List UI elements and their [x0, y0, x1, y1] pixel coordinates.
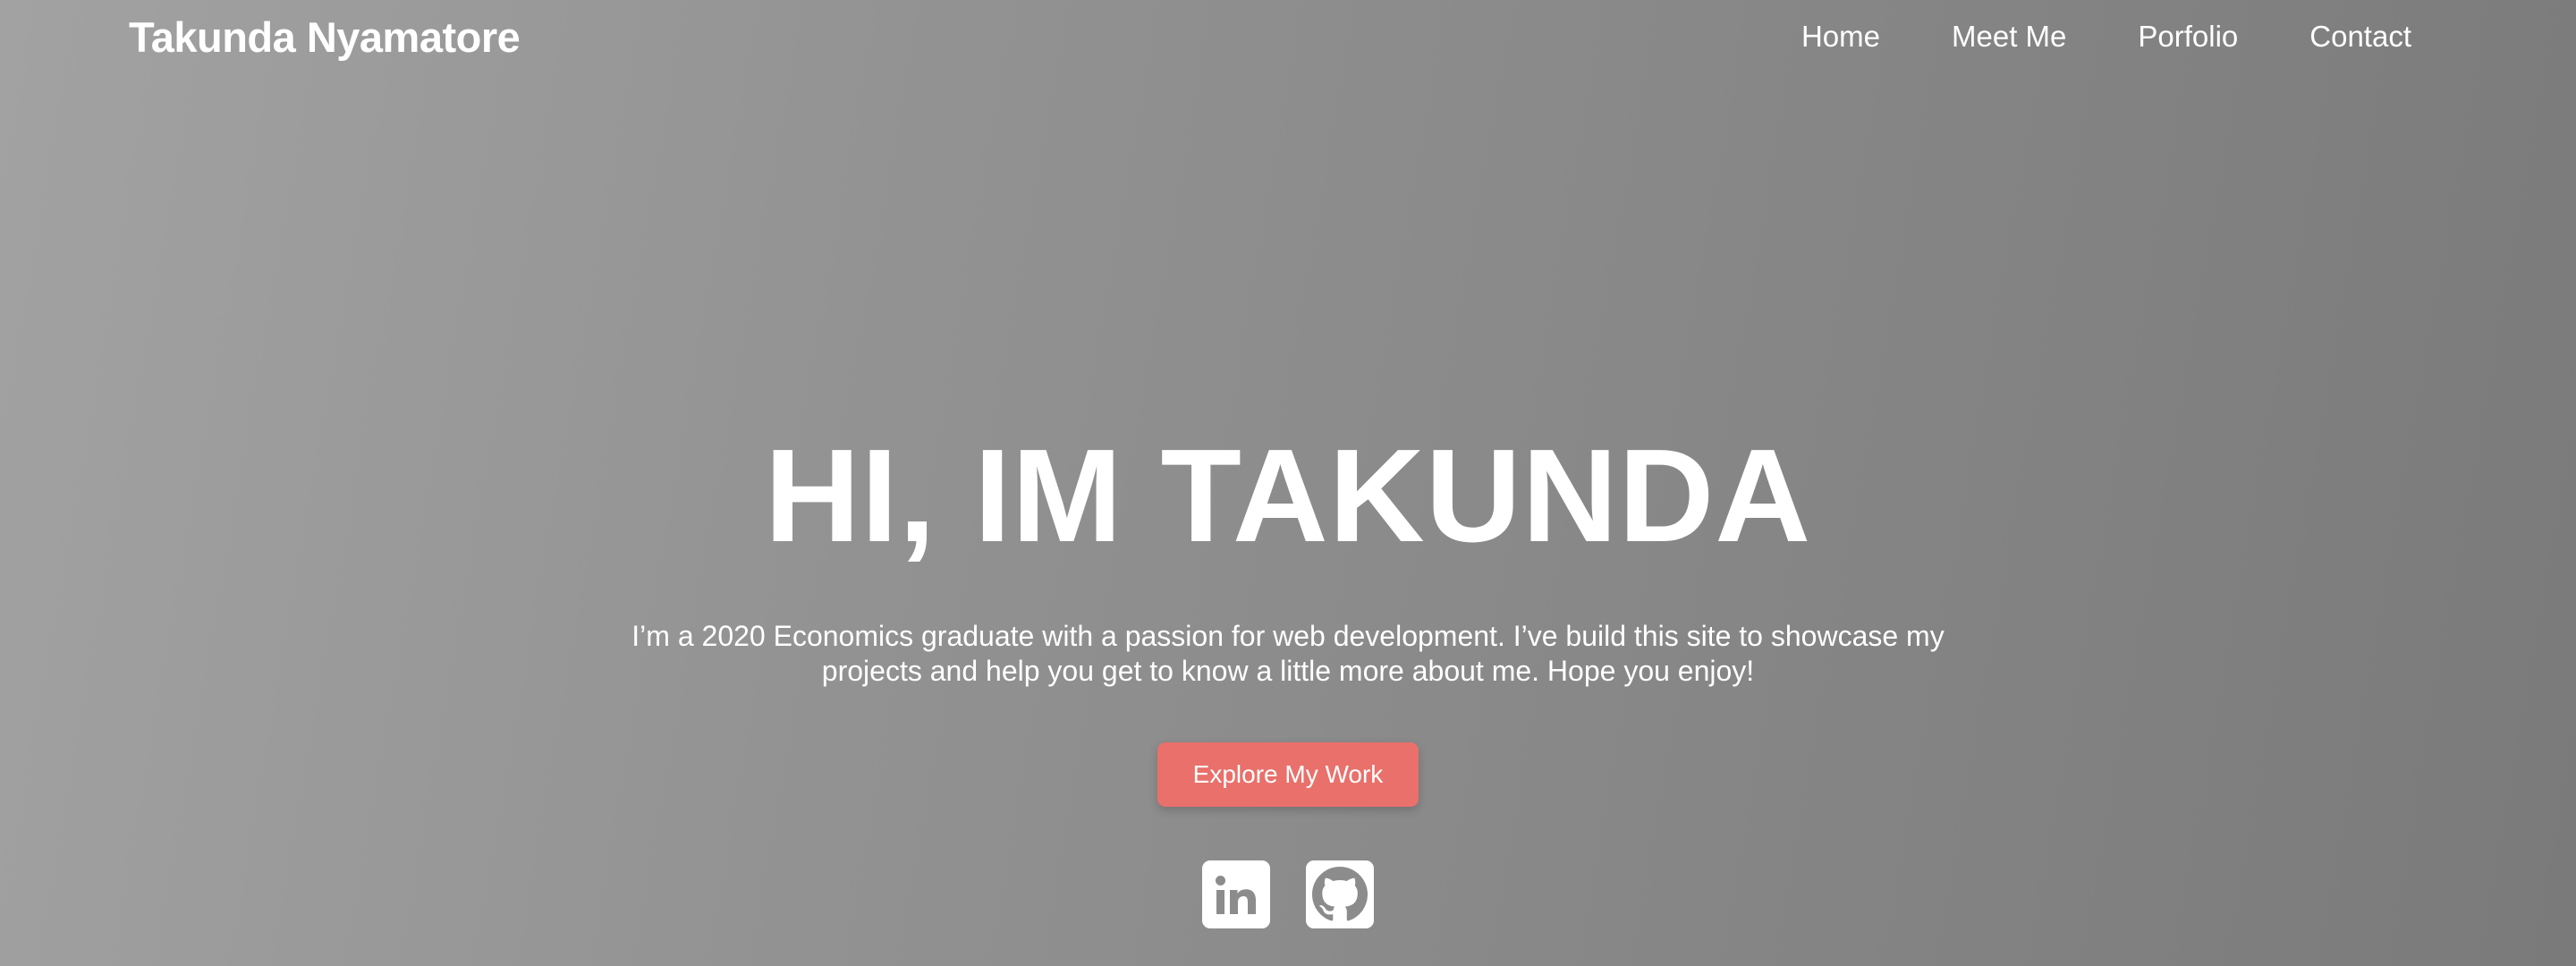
- hero-title: HI, IM TAKUNDA: [764, 422, 1812, 570]
- top-navbar: Takunda Nyamatore Home Meet Me Porfolio …: [0, 0, 2576, 80]
- hero-section: HI, IM TAKUNDA I’m a 2020 Economics grad…: [0, 420, 2576, 928]
- explore-work-button[interactable]: Explore My Work: [1157, 742, 1419, 807]
- nav-link-meet-me[interactable]: Meet Me: [1952, 20, 2066, 54]
- hero-description: I’m a 2020 Economics graduate with a pas…: [631, 620, 1945, 687]
- nav-menu: Home Meet Me Porfolio Contact: [1801, 20, 2411, 54]
- social-links: [0, 860, 2576, 928]
- github-icon: [1312, 867, 1368, 921]
- linkedin-link[interactable]: [1202, 860, 1270, 928]
- nav-link-contact[interactable]: Contact: [2309, 20, 2411, 54]
- brand-name[interactable]: Takunda Nyamatore: [129, 13, 521, 62]
- linkedin-icon: [1216, 876, 1256, 914]
- nav-link-portfolio[interactable]: Porfolio: [2138, 20, 2238, 54]
- nav-link-home[interactable]: Home: [1801, 20, 1880, 54]
- github-link[interactable]: [1306, 860, 1374, 928]
